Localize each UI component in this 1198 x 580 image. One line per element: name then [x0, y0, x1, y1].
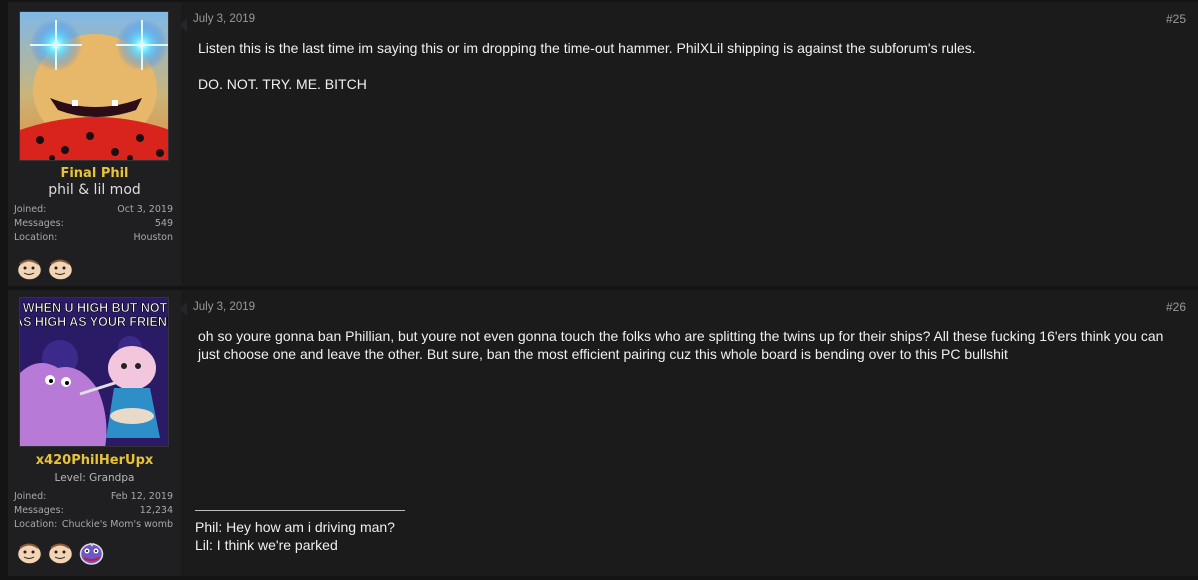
stat-messages: Messages: 549 — [14, 217, 173, 231]
username[interactable]: x420PhilHerUpx — [8, 453, 181, 468]
post-25: Final Phil phil & lil mod Joined: Oct 3, … — [8, 2, 1198, 286]
stat-label: Joined: — [14, 491, 47, 502]
stat-value: Feb 12, 2019 — [110, 491, 173, 502]
stat-value: Oct 3, 2019 — [117, 204, 173, 215]
stat-label: Joined: — [14, 204, 47, 215]
stat-label: Location: — [14, 232, 58, 243]
user-title: Level: Grandpa — [54, 472, 135, 484]
stat-label: Messages: — [14, 505, 64, 516]
stat-location: Location: Chuckie's Mom's womb — [14, 518, 173, 532]
svg-text:WHEN U HIGH BUT NOT: WHEN U HIGH BUT NOT — [23, 301, 168, 315]
post-26: WHEN U HIGH BUT NOT AS HIGH AS YOUR FRIE… — [8, 290, 1198, 576]
user-info-panel: WHEN U HIGH BUT NOT AS HIGH AS YOUR FRIE… — [8, 290, 181, 576]
message-paragraph: oh so youre gonna ban Phillian, but your… — [198, 328, 1164, 362]
user-info-panel: Final Phil phil & lil mod Joined: Oct 3, … — [8, 2, 181, 286]
message-content: July 3, 2019 #25 Listen this is the last… — [180, 2, 1198, 286]
baby-face-icon[interactable] — [16, 258, 43, 281]
stat-value: Chuckie's Mom's womb — [61, 519, 173, 530]
stat-messages: Messages: 12,234 — [14, 504, 173, 518]
username[interactable]: Final Phil — [8, 166, 181, 181]
baby-face-icon[interactable] — [16, 542, 43, 565]
baby-face-icon[interactable] — [47, 258, 74, 281]
post-date[interactable]: July 3, 2019 — [193, 13, 255, 25]
reptar-head-icon[interactable] — [78, 542, 105, 565]
stat-value: 549 — [154, 218, 173, 229]
post-number[interactable]: #25 — [1166, 12, 1186, 26]
stat-joined: Joined: Oct 3, 2019 — [14, 203, 173, 217]
avatar-final-phil[interactable] — [19, 11, 169, 161]
message-notch — [180, 18, 187, 32]
avatar-x420philherupx[interactable]: WHEN U HIGH BUT NOT AS HIGH AS YOUR FRIE… — [19, 297, 169, 447]
post-number[interactable]: #26 — [1166, 300, 1186, 314]
message-body: Listen this is the last time im saying t… — [198, 39, 1184, 93]
stat-location: Location: Houston — [14, 231, 173, 245]
trophy-list — [16, 542, 105, 565]
post-date[interactable]: July 3, 2019 — [193, 301, 255, 313]
svg-text:AS HIGH AS YOUR FRIEND: AS HIGH AS YOUR FRIEND — [20, 315, 169, 329]
message-body: oh so youre gonna ban Phillian, but your… — [198, 327, 1184, 363]
stat-value: Houston — [133, 232, 173, 243]
baby-face-icon[interactable] — [47, 542, 74, 565]
stat-joined: Joined: Feb 12, 2019 — [14, 490, 173, 504]
signature-line: Lil: I think we're parked — [195, 537, 338, 553]
message-content: July 3, 2019 #26 oh so youre gonna ban P… — [180, 290, 1198, 576]
signature: Phil: Hey how am i driving man? Lil: I t… — [195, 518, 395, 554]
trophy-list — [16, 258, 74, 281]
stat-value: 12,234 — [139, 505, 173, 516]
stat-label: Location: — [14, 519, 58, 530]
user-stats: Joined: Feb 12, 2019 Messages: 12,234 Loca… — [14, 490, 173, 532]
message-paragraph: Listen this is the last time im saying t… — [198, 40, 976, 56]
user-title: phil & lil mod — [48, 182, 141, 198]
signature-divider — [195, 510, 405, 511]
message-paragraph: DO. NOT. TRY. ME. BITCH — [198, 76, 367, 92]
user-stats: Joined: Oct 3, 2019 Messages: 549 Location… — [14, 203, 173, 245]
stat-label: Messages: — [14, 218, 64, 229]
signature-line: Phil: Hey how am i driving man? — [195, 519, 395, 535]
message-notch — [180, 302, 187, 316]
